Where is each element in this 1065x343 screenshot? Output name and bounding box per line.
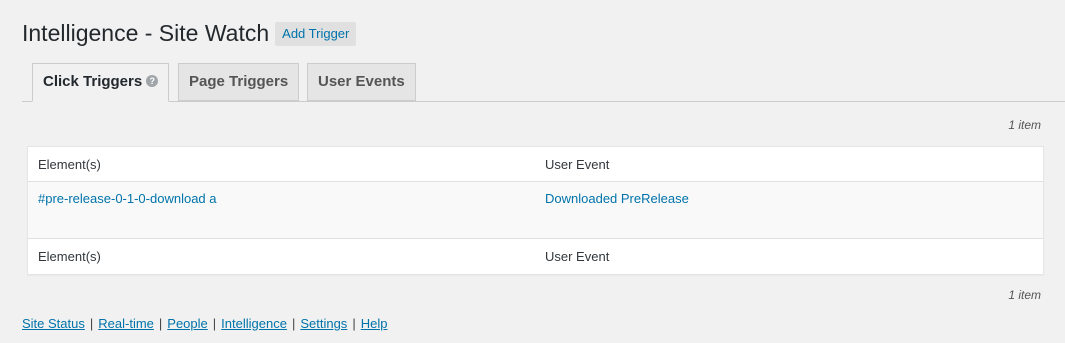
column-footer-elements[interactable]: Element(s)	[28, 239, 535, 274]
footer-link-settings[interactable]: Settings	[300, 316, 347, 331]
separator: |	[89, 316, 94, 331]
footer-nav: Site Status | Real-time | People | Intelligenc…	[22, 316, 387, 331]
footer-link-people[interactable]: People	[167, 316, 207, 331]
element-link[interactable]: #pre-release-0-1-0-download a	[38, 191, 217, 206]
separator: |	[212, 316, 217, 331]
user-event-link[interactable]: Downloaded PreRelease	[545, 191, 689, 206]
item-count-top: 1 item	[1008, 118, 1041, 132]
question-circle-icon[interactable]: ?	[146, 75, 159, 88]
tab-click-triggers[interactable]: Click Triggers?	[32, 63, 170, 102]
separator: |	[352, 316, 356, 331]
add-trigger-button[interactable]: Add Trigger	[275, 22, 357, 46]
tab-user-events[interactable]: User Events	[307, 63, 416, 101]
footer-link-site-status[interactable]: Site Status	[22, 316, 85, 331]
tab-page-triggers[interactable]: Page Triggers	[178, 63, 300, 101]
footer-link-real-time[interactable]: Real-time	[98, 316, 154, 331]
table-row: #pre-release-0-1-0-download a Downloaded…	[28, 182, 1043, 238]
table-footer-row: Element(s) User Event	[28, 238, 1043, 274]
page-header: Intelligence - Site Watch Add Trigger	[22, 18, 357, 48]
footer-link-intelligence[interactable]: Intelligence	[221, 316, 287, 331]
page-title: Intelligence - Site Watch	[22, 20, 270, 46]
table-header-row: Element(s) User Event	[28, 147, 1043, 182]
page: Intelligence - Site Watch Add Trigger Cl…	[0, 0, 1065, 343]
tab-label: User Events	[318, 73, 405, 90]
separator: |	[291, 316, 296, 331]
user-event-cell: Downloaded PreRelease	[535, 191, 1043, 238]
footer-link-help[interactable]: Help	[361, 316, 388, 331]
triggers-table: Element(s) User Event #pre-release-0-1-0…	[27, 146, 1044, 275]
element-cell: #pre-release-0-1-0-download a	[28, 191, 535, 238]
item-count-bottom: 1 item	[1008, 288, 1041, 302]
tab-label: Click Triggers	[43, 73, 143, 90]
separator: |	[158, 316, 163, 331]
column-header-elements[interactable]: Element(s)	[28, 147, 535, 181]
tab-bar: Click Triggers? Page Triggers User Event…	[22, 63, 1065, 102]
column-header-user-event[interactable]: User Event	[535, 147, 1043, 181]
tab-label: Page Triggers	[189, 73, 289, 90]
column-footer-user-event[interactable]: User Event	[535, 239, 1043, 274]
